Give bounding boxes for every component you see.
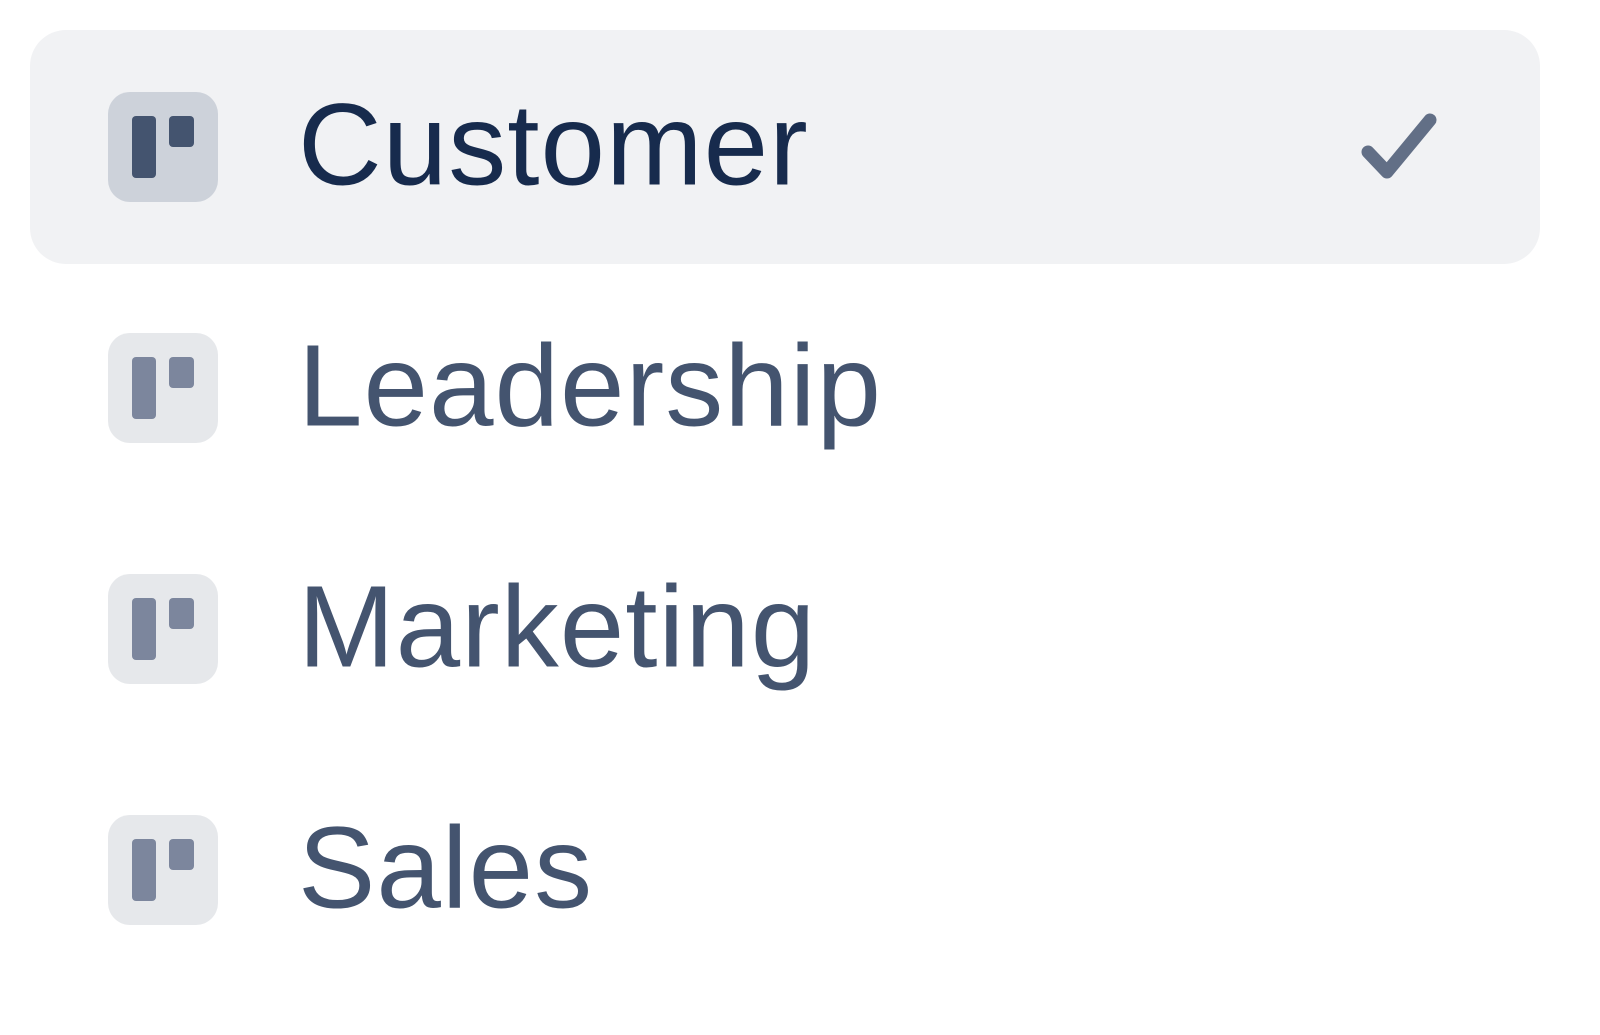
menu-item-label: Marketing — [298, 561, 817, 692]
menu-item-label: Leadership — [298, 320, 882, 451]
menu-item-marketing[interactable]: Marketing — [30, 512, 1540, 746]
menu-item-customer[interactable]: Customer — [30, 30, 1540, 264]
board-icon — [108, 92, 218, 202]
board-icon — [108, 815, 218, 925]
board-menu: Customer Leadership Marketing Sales — [0, 0, 1600, 1035]
checkmark-icon — [1360, 112, 1440, 182]
menu-item-label: Sales — [298, 802, 594, 933]
menu-item-label: Customer — [298, 79, 809, 210]
menu-item-sales[interactable]: Sales — [30, 753, 1540, 987]
board-icon — [108, 574, 218, 684]
menu-item-leadership[interactable]: Leadership — [30, 271, 1540, 505]
board-icon — [108, 333, 218, 443]
